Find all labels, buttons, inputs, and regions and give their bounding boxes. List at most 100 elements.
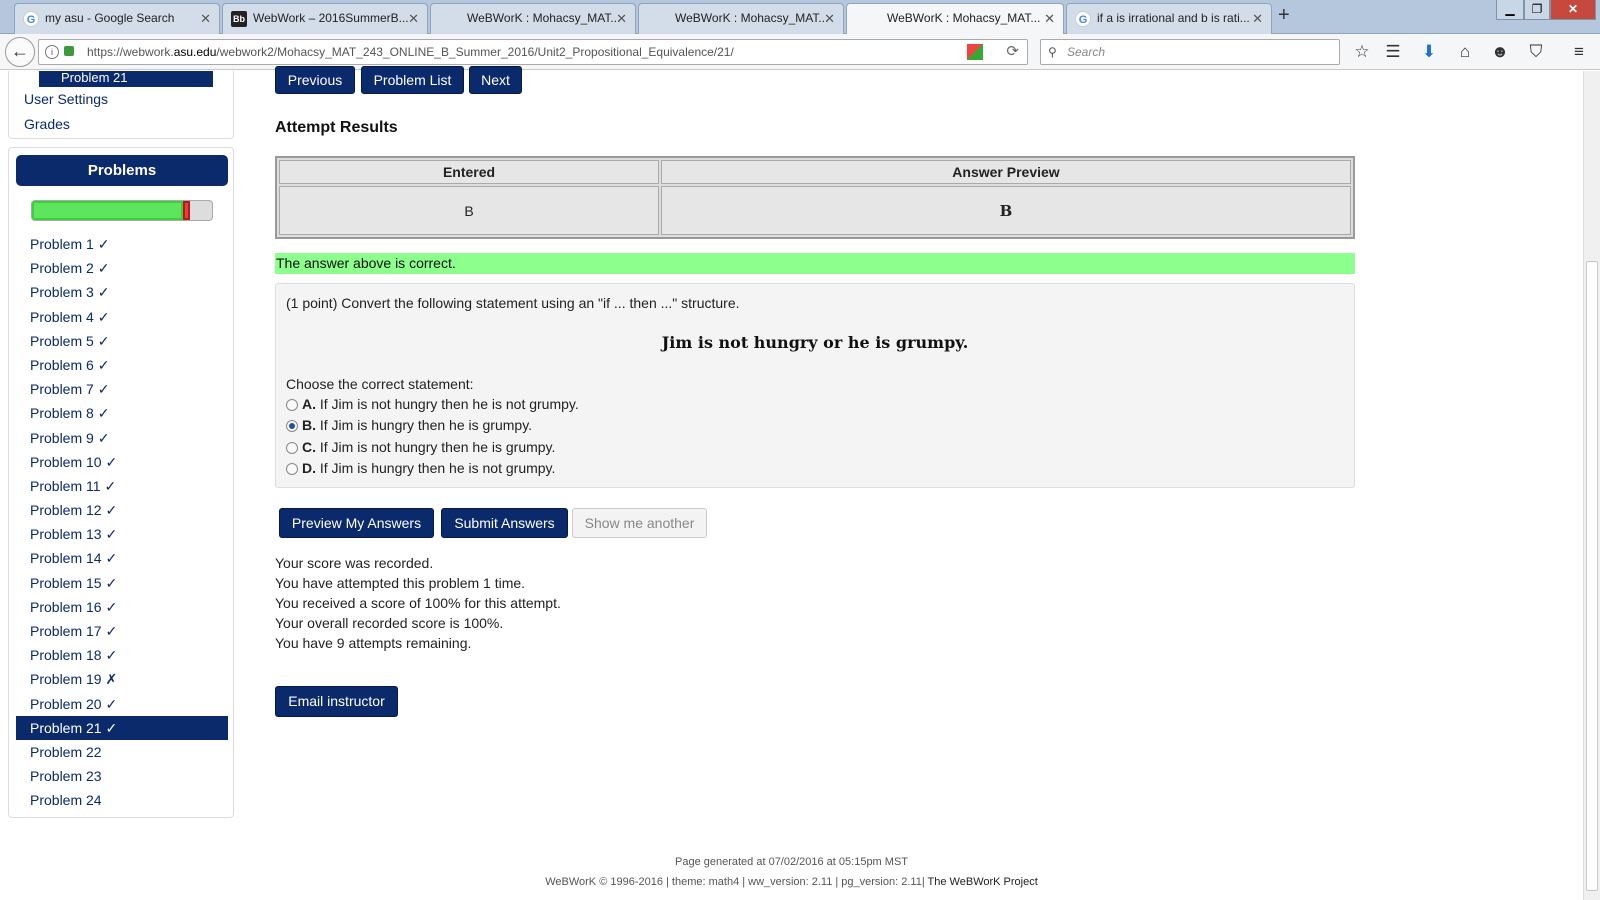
sidebar-problem-item[interactable]: Problem 3 ✓	[16, 280, 228, 304]
browser-tab[interactable]: Bb WebWork – 2016SummerB... ✕	[222, 3, 428, 34]
close-tab-icon[interactable]: ✕	[1044, 4, 1055, 33]
col-preview-header: Answer Preview	[661, 160, 1351, 184]
reading-list-icon[interactable]: ☰	[1383, 43, 1403, 63]
sidebar-problem-item[interactable]: Problem 8 ✓	[16, 401, 228, 425]
show-another-button: Show me another	[572, 508, 707, 538]
close-tab-icon[interactable]: ✕	[616, 4, 627, 33]
option-b[interactable]: B. If Jim is hungry then he is grumpy.	[286, 417, 532, 433]
pocket-icon[interactable]: ⛉	[1526, 43, 1546, 63]
sidebar-problem-item[interactable]: Problem 11 ✓	[16, 474, 228, 498]
reload-icon[interactable]: ⟳	[1006, 40, 1019, 64]
page-scrollbar[interactable]	[1583, 71, 1600, 900]
sidebar-problem-item[interactable]: Problem 17 ✓	[16, 619, 228, 643]
sidebar-problem-item[interactable]: Problem 5 ✓	[16, 329, 228, 353]
sidebar-problem-item[interactable]: Problem 1 ✓	[16, 232, 228, 256]
sidebar-link-grades[interactable]: Grades	[24, 116, 70, 132]
new-tab-icon[interactable]: +	[1278, 4, 1290, 27]
preview-answers-button[interactable]: Preview My Answers	[279, 508, 434, 538]
restore-icon[interactable]: ❐	[1524, 0, 1550, 20]
browser-toolbar: ← i https://webwork.asu.edu/webwork2/Moh…	[0, 34, 1600, 70]
option-letter: D.	[302, 460, 316, 476]
option-a[interactable]: A. If Jim is not hungry then he is not g…	[286, 396, 579, 412]
extension-icon[interactable]	[967, 44, 983, 60]
browser-tab[interactable]: G my asu - Google Search ✕	[14, 3, 220, 34]
close-tab-icon[interactable]: ✕	[824, 4, 835, 33]
sidebar-problem-item[interactable]: Problem 24	[16, 788, 228, 812]
sidebar-problem-item[interactable]: Problem 9 ✓	[16, 426, 228, 450]
entered-answer: B	[279, 186, 659, 235]
google-icon: G	[1075, 11, 1091, 27]
problem-list-button[interactable]: Problem List	[361, 66, 464, 94]
browser-tab-active[interactable]: WeBWorK : Mohacsy_MAT... ✕	[846, 3, 1064, 35]
minimize-icon[interactable]: ▁	[1496, 0, 1524, 20]
previous-button[interactable]: Previous	[275, 66, 355, 94]
correct-message: The answer above is correct.	[275, 253, 1355, 274]
choose-label: Choose the correct statement:	[286, 376, 474, 392]
option-text: If Jim is not hungry then he is grumpy.	[316, 439, 556, 455]
sidebar-top-panel: Problem 21 User Settings Grades	[8, 71, 234, 139]
sidebar-problem-item[interactable]: Problem 4 ✓	[16, 305, 228, 329]
progress-bar	[31, 200, 213, 221]
option-text: If Jim is hungry then he is grumpy.	[316, 417, 533, 433]
sidebar-current-problem[interactable]: Problem 21	[39, 71, 213, 87]
radio-button[interactable]	[286, 463, 298, 475]
menu-icon[interactable]: ≡	[1569, 43, 1589, 63]
next-button[interactable]: Next	[469, 66, 522, 94]
email-instructor-button[interactable]: Email instructor	[275, 686, 398, 717]
info-icon[interactable]: i	[45, 45, 59, 59]
address-bar[interactable]: i https://webwork.asu.edu/webwork2/Mohac…	[38, 39, 1028, 65]
tab-title: my asu - Google Search	[45, 11, 175, 25]
search-input[interactable]: ⚲ Search	[1040, 39, 1340, 65]
submit-answers-button[interactable]: Submit Answers	[441, 508, 568, 538]
sidebar-problem-item[interactable]: Problem 13 ✓	[16, 522, 228, 546]
back-arrow-icon[interactable]: ←	[5, 37, 35, 67]
sidebar-problem-item[interactable]: Problem 12 ✓	[16, 498, 228, 522]
option-d[interactable]: D. If Jim is hungry then he is not grump…	[286, 460, 555, 476]
sidebar-problem-item[interactable]: Problem 7 ✓	[16, 377, 228, 401]
close-tab-icon[interactable]: ✕	[408, 4, 419, 33]
sidebar-link-user-settings[interactable]: User Settings	[24, 91, 108, 107]
sidebar-problem-item[interactable]: Problem 22	[16, 740, 228, 764]
scrollbar-thumb[interactable]	[1586, 261, 1598, 891]
sidebar-problem-item[interactable]: Problem 19 ✗	[16, 667, 228, 691]
score-line: You received a score of 100% for this at…	[275, 595, 561, 611]
sidebar-problem-item[interactable]: Problem 6 ✓	[16, 353, 228, 377]
tab-title: if a is irrational and b is rati...	[1097, 11, 1250, 25]
close-tab-icon[interactable]: ✕	[1252, 4, 1263, 33]
sidebar-problem-item[interactable]: Problem 14 ✓	[16, 546, 228, 570]
tab-title: WeBWorK : Mohacsy_MAT...	[675, 11, 829, 25]
sidebar-problem-item[interactable]: Problem 23	[16, 764, 228, 788]
sidebar-problem-item[interactable]: Problem 18 ✓	[16, 643, 228, 667]
bookmark-star-icon[interactable]: ☆	[1352, 43, 1372, 63]
problem-intro: (1 point) Convert the following statemen…	[286, 295, 740, 311]
sidebar-problem-item[interactable]: Problem 2 ✓	[16, 256, 228, 280]
radio-button-selected[interactable]	[286, 420, 298, 432]
radio-button[interactable]	[286, 399, 298, 411]
sidebar-problem-item[interactable]: Problem 10 ✓	[16, 450, 228, 474]
chat-icon[interactable]: ☻	[1490, 43, 1510, 63]
window-close-icon[interactable]: ✕	[1550, 0, 1596, 20]
home-icon[interactable]: ⌂	[1455, 43, 1475, 63]
tab-title: WebWork – 2016SummerB...	[253, 11, 409, 25]
sidebar-problem-item[interactable]: Problem 16 ✓	[16, 595, 228, 619]
page-footer: Page generated at 07/02/2016 at 05:15pm …	[0, 852, 1583, 892]
webwork-project-link[interactable]: The WeBWorK Project	[928, 876, 1038, 888]
option-letter: A.	[302, 396, 316, 412]
download-icon[interactable]: ⬇	[1419, 43, 1439, 63]
sidebar-problem-item[interactable]: Problem 20 ✓	[16, 692, 228, 716]
browser-tab[interactable]: WeBWorK : Mohacsy_MAT... ✕	[430, 3, 636, 34]
close-tab-icon[interactable]: ✕	[200, 4, 211, 33]
sidebar-problem-item[interactable]: Problem 15 ✓	[16, 571, 228, 595]
answer-preview: B	[661, 186, 1351, 235]
browser-tab[interactable]: G if a is irrational and b is rati... ✕	[1066, 3, 1272, 34]
problem-body: (1 point) Convert the following statemen…	[275, 283, 1355, 488]
browser-tab[interactable]: WeBWorK : Mohacsy_MAT... ✕	[638, 3, 844, 34]
radio-button[interactable]	[286, 442, 298, 454]
sidebar-problem-item[interactable]: Problem 21 ✓	[16, 715, 228, 740]
url-path: /webwork2/Mohacsy_MAT_243_ONLINE_B_Summe…	[216, 45, 734, 59]
score-line: You have attempted this problem 1 time.	[275, 575, 526, 591]
url-host: asu.edu	[173, 45, 217, 59]
problems-panel: Problems Problem 1 ✓ Problem 2 ✓ Problem 3…	[8, 147, 234, 818]
google-icon: G	[23, 11, 39, 27]
option-c[interactable]: C. If Jim is not hungry then he is grump…	[286, 439, 555, 455]
